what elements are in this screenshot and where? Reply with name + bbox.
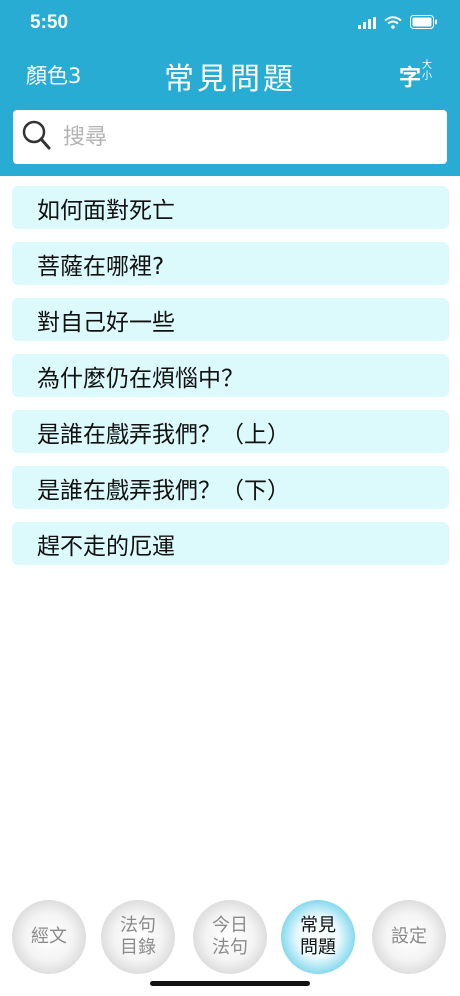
tab-verse-index[interactable]: 法句 目錄	[101, 900, 175, 974]
tab-label: 設定	[391, 926, 427, 947]
faq-list: 如何面對死亡 菩薩在哪裡? 對自己好一些 為什麼仍在煩惱中？ 是誰在戲弄我們？（…	[12, 186, 449, 578]
tab-bar: 經文 法句 目錄 今日 法句 常見 問題 設定	[0, 890, 460, 985]
list-item-label: 對自己好一些	[37, 309, 175, 336]
list-item[interactable]: 為什麼仍在煩惱中？	[12, 354, 449, 397]
tab-settings[interactable]: 設定	[372, 900, 446, 974]
nav-bar: 顏色3 常見問題 字 大 小	[0, 48, 460, 102]
list-item-label: 為什麼仍在煩惱中？	[37, 365, 244, 392]
list-item[interactable]: 菩薩在哪裡?	[12, 242, 449, 285]
status-icons	[358, 14, 438, 33]
tab-label: 今日	[212, 915, 248, 936]
tab-label: 目錄	[120, 937, 156, 958]
list-item[interactable]: 如何面對死亡	[12, 186, 449, 229]
list-item[interactable]: 趕不走的厄運	[12, 522, 449, 565]
font-size-button[interactable]: 字 大 小	[399, 60, 432, 92]
list-item-label: 是誰在戲弄我們？（上）	[37, 421, 290, 448]
list-item[interactable]: 對自己好一些	[12, 298, 449, 341]
list-item-label: 趕不走的厄運	[37, 533, 175, 560]
font-size-small-label: 小	[422, 71, 432, 82]
list-item-label: 如何面對死亡	[37, 197, 175, 224]
tab-daily-verse[interactable]: 今日 法句	[193, 900, 267, 974]
signal-icon	[358, 14, 376, 33]
search-input[interactable]	[61, 123, 405, 151]
tab-label: 問題	[300, 937, 336, 958]
list-item[interactable]: 是誰在戲弄我們？（上）	[12, 410, 449, 453]
list-item-label: 是誰在戲弄我們？（下）	[37, 477, 290, 504]
list-item-label: 菩薩在哪裡?	[37, 253, 165, 280]
tab-faq[interactable]: 常見 問題	[281, 900, 355, 974]
font-size-large-label: 大	[422, 60, 432, 71]
list-item[interactable]: 是誰在戲弄我們？（下）	[12, 466, 449, 509]
battery-icon	[410, 14, 438, 33]
page-title: 常見問題	[164, 62, 296, 97]
tab-scripture[interactable]: 經文	[12, 900, 86, 974]
status-bar: 5:50	[0, 0, 460, 48]
wifi-icon	[384, 14, 402, 33]
search-icon	[21, 119, 53, 155]
home-indicator	[150, 981, 310, 986]
search-bar	[0, 102, 460, 176]
tab-label: 法句	[212, 937, 248, 958]
status-time: 5:50	[30, 12, 69, 33]
tab-label: 常見	[300, 915, 336, 936]
font-size-label: 字	[398, 66, 421, 91]
search-field[interactable]	[13, 110, 447, 164]
font-size-sub-label: 大 小	[422, 60, 432, 82]
tab-label: 經文	[31, 926, 67, 947]
tab-label: 法句	[120, 915, 156, 936]
